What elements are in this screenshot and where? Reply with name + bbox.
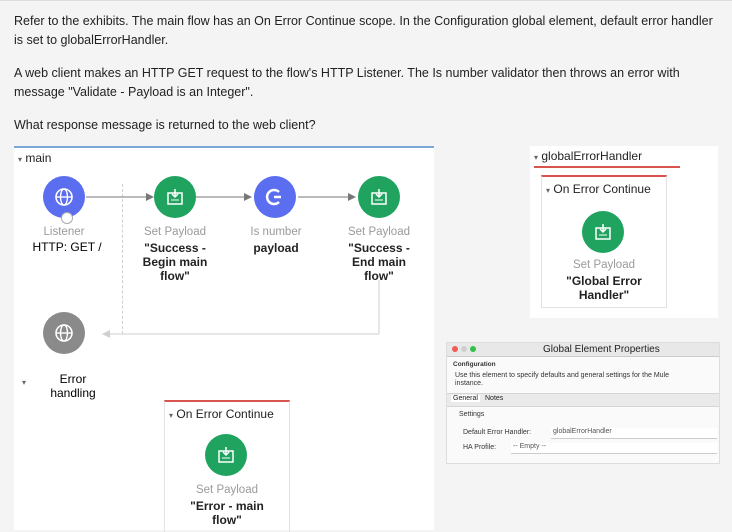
question-paragraph-3: What response message is returned to the… (14, 118, 316, 132)
error-set-payload-line: "Error - main (190, 499, 264, 513)
global-set-payload-line: "Global Error (566, 274, 642, 288)
set-payload-icon (167, 189, 183, 205)
ha-profile-select[interactable]: -- Empty -- (511, 443, 717, 454)
globe-icon (55, 324, 73, 342)
set-payload-2-type: Set Payload (347, 226, 410, 238)
set-payload-1-line: Begin main (142, 255, 208, 269)
error-set-payload-name: "Error - main flow" (175, 499, 279, 527)
global-set-payload-name: "Global Error Handler" (552, 274, 656, 302)
validation-icon (265, 188, 281, 206)
global-handler-title: globalErrorHandler (541, 149, 643, 163)
settings-section-label: Settings (459, 411, 485, 418)
global-set-payload-type: Set Payload (572, 259, 635, 271)
global-on-error-continue-title: On Error Continue (553, 182, 651, 196)
set-payload-icon (218, 447, 234, 463)
is-number-name: payload (253, 241, 299, 255)
default-error-handler-value: globalErrorHandler (553, 428, 612, 435)
set-payload-2-line: End main (351, 255, 406, 269)
default-error-handler-field[interactable]: globalErrorHandler (551, 428, 717, 439)
tab-general[interactable]: General (451, 395, 480, 402)
global-set-payload-node[interactable] (582, 211, 624, 253)
tab-notes[interactable]: Notes (485, 395, 503, 402)
main-flow-panel: ▾ main Listener HTTP: GET / Set Payload … (14, 146, 434, 532)
default-error-handler-label: Default Error Handler: (463, 429, 532, 436)
collapse-triangle-icon[interactable]: ▾ (546, 186, 550, 195)
properties-heading: Configuration (453, 361, 496, 368)
set-payload-2-name: "Success - End main flow" (334, 241, 424, 283)
set-payload-2-line: flow" (364, 269, 394, 283)
response-node[interactable] (43, 312, 85, 354)
set-payload-1-node[interactable] (154, 176, 196, 218)
global-on-error-continue-scope[interactable]: ▾ On Error Continue Set Payload "Global … (541, 175, 667, 308)
error-handling-line: Error (59, 372, 87, 386)
ha-profile-value: -- Empty -- (513, 443, 547, 450)
set-payload-icon (595, 224, 611, 240)
question-paragraph-1: Refer to the exhibits. The main flow has… (14, 14, 713, 47)
properties-description-line: instance. (455, 380, 484, 387)
close-dot-icon[interactable] (452, 346, 458, 352)
set-payload-1-line: flow" (160, 269, 190, 283)
set-payload-icon (371, 189, 387, 205)
global-handler-panel: ▾ globalErrorHandler ▾ On Error Continue… (530, 146, 718, 318)
collapse-triangle-icon[interactable]: ▾ (534, 153, 538, 162)
collapse-triangle-icon[interactable]: ▾ (169, 411, 173, 420)
zoom-dot-icon[interactable] (470, 346, 476, 352)
ha-profile-label: HA Profile: (463, 444, 497, 451)
error-set-payload-line: flow" (212, 513, 242, 527)
properties-titlebar: Global Element Properties (447, 343, 719, 357)
global-handler-title-row: ▾ globalErrorHandler (534, 149, 680, 168)
properties-window: Global Element Properties Configuration … (446, 342, 720, 464)
properties-tabs-bar: General Notes (447, 393, 719, 407)
global-set-payload-line: Handler" (578, 288, 630, 302)
properties-window-title: Global Element Properties (543, 344, 660, 355)
main-on-error-continue-scope[interactable]: ▾ On Error Continue Set Payload "Error -… (164, 400, 290, 532)
question-paragraph-2: A web client makes an HTTP GET request t… (14, 66, 680, 99)
is-number-node[interactable] (254, 176, 296, 218)
set-payload-1-type: Set Payload (143, 226, 206, 238)
error-handling-line: handling (50, 386, 96, 400)
error-set-payload-node[interactable] (205, 434, 247, 476)
minimize-dot-icon[interactable] (461, 346, 467, 352)
set-payload-2-node[interactable] (358, 176, 400, 218)
error-handling-collapse-icon[interactable]: ▾ (22, 378, 26, 387)
main-on-error-continue-title-row: ▾ On Error Continue (169, 407, 274, 421)
set-payload-1-name: "Success - Begin main flow" (130, 241, 220, 283)
properties-description-line: Use this element to specify defaults and… (455, 372, 670, 379)
set-payload-2-line: "Success - (348, 241, 410, 255)
properties-description: Use this element to specify defaults and… (455, 372, 717, 388)
global-on-error-continue-title-row: ▾ On Error Continue (546, 182, 651, 196)
main-on-error-continue-title: On Error Continue (176, 407, 274, 421)
error-set-payload-type: Set Payload (195, 484, 258, 496)
is-number-type: Is number (250, 226, 302, 238)
error-handling-label: Error handling (34, 372, 112, 400)
set-payload-1-line: "Success - (144, 241, 206, 255)
